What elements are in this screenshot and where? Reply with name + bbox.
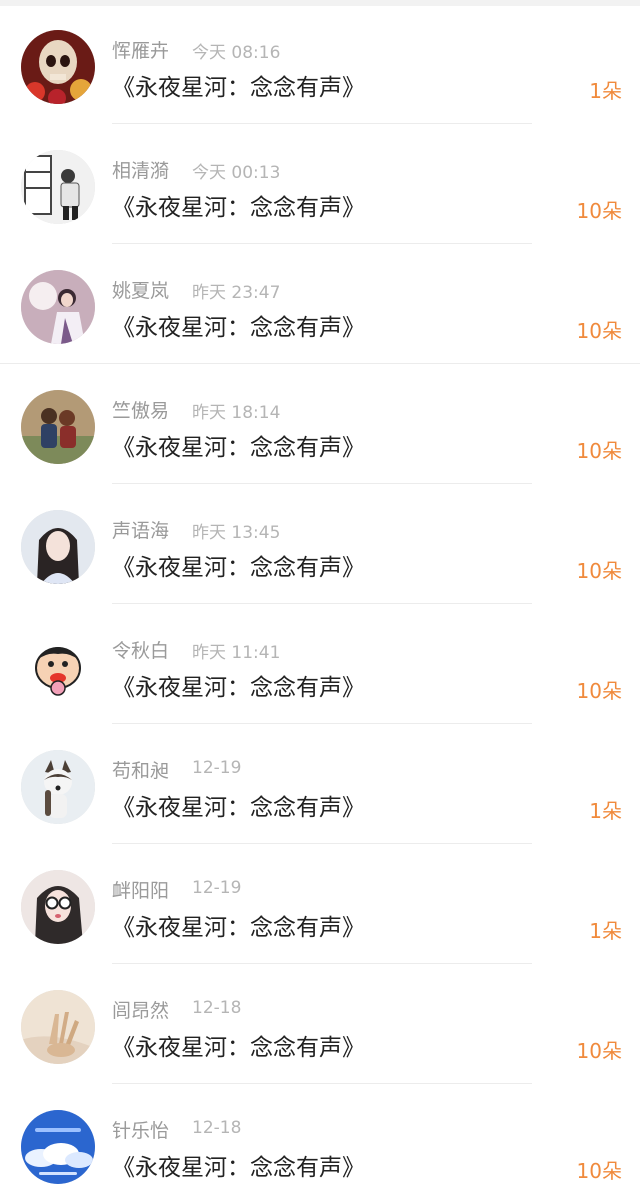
send-time: 12-19 [192,878,242,898]
list-item[interactable]: 针乐怡 12-18 《永夜星河：念念有声》 10朵 [0,1084,640,1204]
list-item[interactable]: 声语海 昨天 13:45 《永夜星河：念念有声》 10朵 [0,484,640,604]
work-title[interactable]: 《永夜星河：念念有声》 [112,908,365,942]
work-title[interactable]: 《永夜星河：念念有声》 [112,668,365,702]
send-time: 12-18 [192,998,242,1018]
couple-outdoor-avatar-icon [21,390,95,464]
soft-hand-avatar-icon [21,990,95,1064]
person-window-avatar-icon [21,150,95,224]
list-item[interactable]: 竺傲易 昨天 18:14 《永夜星河：念念有声》 10朵 [0,364,640,484]
work-title[interactable]: 《永夜星河：念念有声》 [112,548,365,582]
gift-amount: 1朵 [589,919,622,943]
work-title[interactable]: 《永夜星河：念念有声》 [112,1148,365,1182]
list-item[interactable]: 相清漪 今天 00:13 《永夜星河：念念有声》 10朵 [0,124,640,244]
sender-name: 声语海 [112,520,170,542]
send-time: 今天 00:13 [192,163,281,183]
sender-name: 恽雁卉 [112,40,170,62]
gift-amount: 10朵 [576,319,622,343]
avatar[interactable] [21,870,95,944]
list-item[interactable]: 姚夏岚 昨天 23:47 《永夜星河：念念有声》 10朵 [0,244,640,364]
work-title[interactable]: 《永夜星河：念念有声》 [112,68,365,102]
list-item[interactable]: 闾昂然 12-18 《永夜星河：念念有声》 10朵 [0,964,640,1084]
send-time: 昨天 11:41 [192,643,281,663]
sender-name: 衅阳阳 [112,880,170,902]
avatar[interactable] [21,390,95,464]
avatar[interactable] [21,30,95,104]
cartoon-boy-avatar-icon [21,630,95,704]
send-time: 昨天 13:45 [192,523,281,543]
husky-dog-avatar-icon [21,750,95,824]
gift-amount: 1朵 [589,79,622,103]
avatar[interactable] [21,630,95,704]
work-title[interactable]: 《永夜星河：念念有声》 [112,428,365,462]
sender-name: 针乐怡 [112,1120,170,1142]
send-time: 昨天 23:47 [192,283,281,303]
costume-couple-avatar-icon [21,270,95,344]
sender-name: 闾昂然 [112,1000,170,1022]
send-time: 昨天 18:14 [192,403,281,423]
work-title[interactable]: 《永夜星河：念念有声》 [112,788,365,822]
avatar[interactable] [21,270,95,344]
work-title[interactable]: 《永夜星河：念念有声》 [112,1028,365,1062]
blue-sky-avatar-icon [21,1110,95,1184]
list-item[interactable]: 苟和昶 12-19 《永夜星河：念念有声》 1朵 [0,724,640,844]
gift-amount: 10朵 [576,199,622,223]
sunglasses-girl-avatar-icon [21,870,95,944]
gift-amount: 10朵 [576,1159,622,1183]
work-title[interactable]: 《永夜星河：念念有声》 [112,308,365,342]
list-item[interactable]: 恽雁卉 今天 08:16 《永夜星河：念念有声》 1朵 [0,4,640,124]
gift-amount: 10朵 [576,1039,622,1063]
avatar[interactable] [21,750,95,824]
gift-amount: 10朵 [576,439,622,463]
avatar[interactable] [21,990,95,1064]
avatar[interactable] [21,150,95,224]
gift-amount: 10朵 [576,679,622,703]
list-item[interactable]: 衅阳阳 12-19 《永夜星河：念念有声》 1朵 [0,844,640,964]
girl-portrait-avatar-icon [21,510,95,584]
avatar[interactable] [21,1110,95,1184]
sender-name: 苟和昶 [112,760,170,782]
send-time: 今天 08:16 [192,43,281,63]
sender-name: 相清漪 [112,160,170,182]
gift-amount: 1朵 [589,799,622,823]
sender-name: 姚夏岚 [112,280,170,302]
send-time: 12-19 [192,758,242,778]
skull-avatar-icon [21,30,95,104]
sender-name: 令秋白 [112,640,170,662]
list-item[interactable]: 令秋白 昨天 11:41 《永夜星河：念念有声》 10朵 [0,604,640,724]
avatar[interactable] [21,510,95,584]
sender-name: 竺傲易 [112,400,170,422]
send-time: 12-18 [192,1118,242,1138]
work-title[interactable]: 《永夜星河：念念有声》 [112,188,365,222]
gift-amount: 10朵 [576,559,622,583]
